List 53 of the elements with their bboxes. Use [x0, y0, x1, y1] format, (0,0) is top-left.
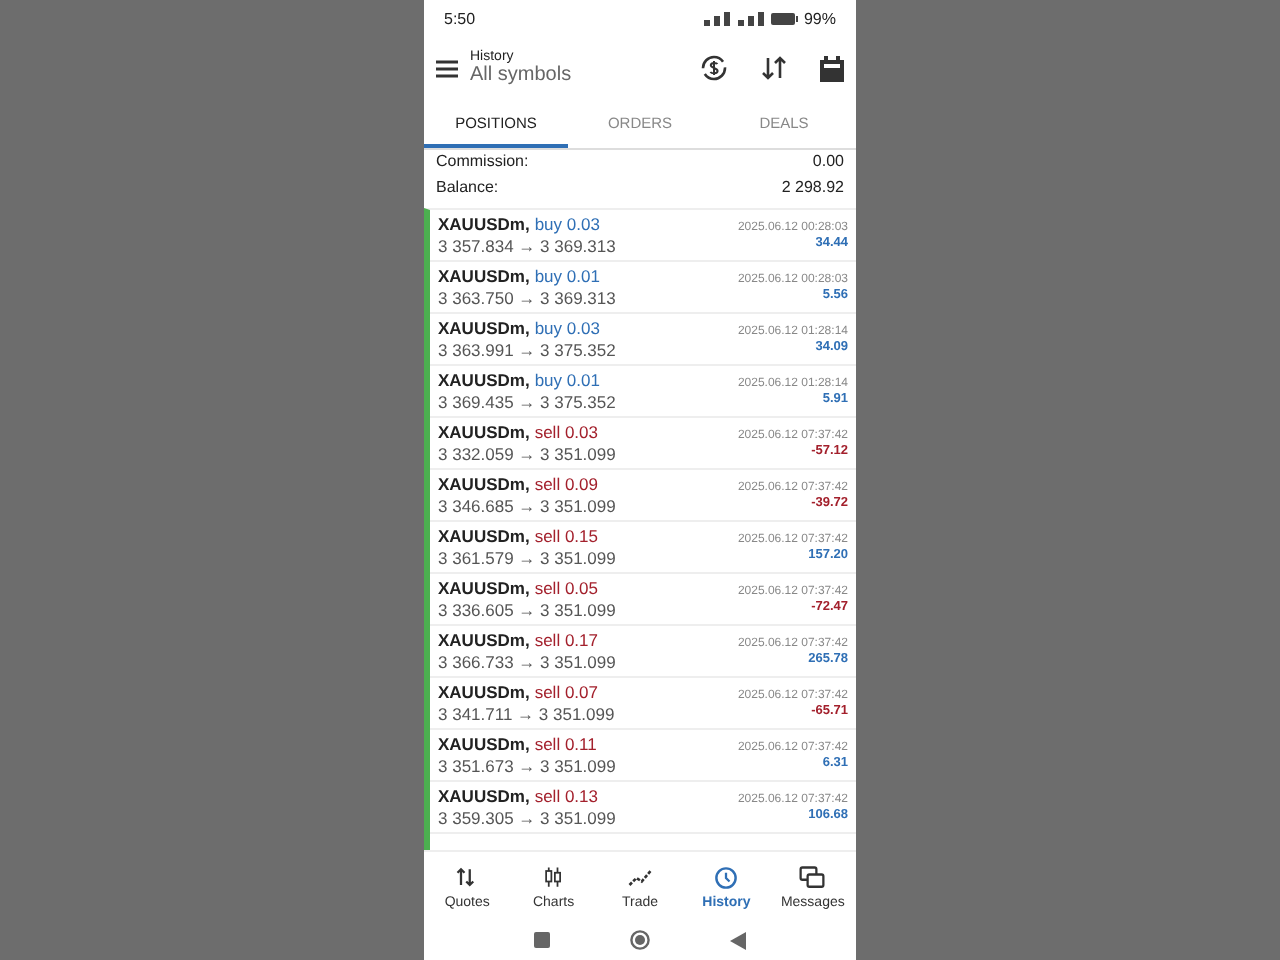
trade-action: buy 0.03	[534, 318, 600, 338]
battery-icon	[769, 11, 798, 25]
price-range: 3 363.750 → 3 369.313	[438, 288, 616, 308]
status-time: 5:50	[444, 9, 476, 27]
currency-refresh-icon[interactable]	[700, 54, 728, 82]
price-range: 3 361.579 → 3 351.099	[438, 548, 616, 568]
symbol-label: XAUUSDm,	[438, 318, 530, 338]
price-range: 3 336.605 → 3 351.099	[438, 600, 616, 620]
summary-label: Balance:	[436, 177, 499, 195]
price-range: 3 346.685 → 3 351.099	[438, 496, 616, 516]
trade-action: sell 0.15	[534, 526, 598, 546]
price-range: 3 357.834 → 3 369.313	[438, 236, 616, 256]
messages-icon	[798, 863, 827, 891]
menu-icon[interactable]	[436, 59, 458, 77]
symbol-label: XAUUSDm,	[438, 786, 530, 806]
toolbar-subtitle[interactable]: All symbols	[470, 64, 688, 86]
symbol-label: XAUUSDm,	[438, 422, 530, 442]
price-range: 3 341.711 → 3 351.099	[438, 704, 615, 724]
symbol-label: XAUUSDm,	[438, 214, 530, 234]
trade-action: buy 0.01	[534, 370, 600, 390]
trade-action: sell 0.03	[534, 422, 598, 442]
symbol-label: XAUUSDm,	[438, 266, 530, 286]
trade-action: buy 0.01	[534, 266, 600, 286]
symbol-label: XAUUSDm,	[438, 734, 530, 754]
symbol-label: XAUUSDm,	[438, 630, 530, 650]
symbol-label: XAUUSDm,	[438, 682, 530, 702]
symbol-label: XAUUSDm,	[438, 578, 530, 598]
back-icon[interactable]	[730, 931, 746, 949]
summary-label: Commission:	[436, 152, 529, 170]
trade-action: sell 0.07	[534, 682, 598, 702]
trade-action: sell 0.09	[534, 474, 598, 494]
price-range: 3 363.991 → 3 375.352	[438, 340, 616, 360]
symbol-label: XAUUSDm,	[438, 526, 530, 546]
signal-icon	[703, 11, 764, 25]
price-range: 3 351.673 → 3 351.099	[438, 756, 616, 776]
history-icon	[712, 863, 741, 891]
price-range: 3 369.435 → 3 375.352	[438, 392, 616, 412]
trade-action: sell 0.13	[534, 786, 598, 806]
calendar-icon[interactable]	[820, 55, 844, 81]
price-range: 3 366.733 → 3 351.099	[438, 652, 616, 672]
trade-action: sell 0.11	[534, 734, 597, 754]
battery-percent: 99%	[803, 9, 836, 27]
trade-action: sell 0.05	[534, 578, 598, 598]
symbol-label: XAUUSDm,	[438, 474, 530, 494]
trade-action: sell 0.17	[534, 630, 598, 650]
price-range: 3 332.059 → 3 351.099	[438, 444, 616, 464]
summary-value: 2 298.92	[781, 177, 844, 195]
home-icon[interactable]	[630, 930, 650, 950]
sort-icon[interactable]	[760, 54, 788, 82]
trade-action: buy 0.03	[534, 214, 600, 234]
symbol-label: XAUUSDm,	[438, 370, 530, 390]
summary-value: 0.00	[812, 152, 844, 170]
price-range: 3 359.305 → 3 351.099	[438, 808, 616, 828]
